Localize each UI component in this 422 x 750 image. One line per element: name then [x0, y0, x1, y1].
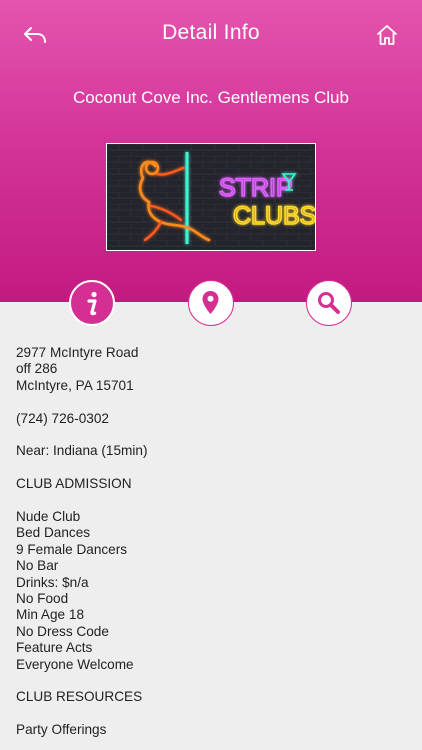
club-details: 2977 McIntyre Road off 286 McIntyre, PA …	[16, 345, 406, 739]
phone-number[interactable]: (724) 726-0302	[16, 411, 406, 427]
map-pin-icon	[202, 291, 219, 314]
home-icon	[377, 25, 397, 45]
feature-item: Min Age 18	[16, 607, 85, 623]
info-icon	[87, 291, 97, 316]
club-banner-image: STRIP CLUBS	[106, 143, 316, 251]
admission-heading: CLUB ADMISSION	[16, 476, 132, 492]
top-bar: Detail Info	[0, 0, 422, 70]
feature-item: No Food	[16, 591, 69, 607]
feature-item: Nude Club	[16, 509, 81, 524]
resources-heading: CLUB RESOURCES	[16, 689, 143, 705]
banner-text-strip: STRIP	[219, 174, 293, 202]
feature-item: No Bar	[16, 558, 59, 574]
info-button[interactable]	[69, 280, 115, 326]
feature-item: No Dress Code	[16, 623, 109, 639]
feature-item: Drinks: $n/a	[16, 574, 89, 590]
banner-text-clubs: CLUBS	[233, 202, 315, 230]
map-button[interactable]	[188, 280, 234, 326]
search-icon	[318, 292, 340, 314]
feature-item: Feature Acts	[16, 640, 93, 656]
search-button[interactable]	[306, 280, 352, 326]
address-line: off 286	[16, 361, 58, 377]
club-name: Coconut Cove Inc. Gentlemens Club	[73, 88, 349, 107]
near-location: Near: Indiana (15min)	[16, 443, 148, 459]
home-button[interactable]	[372, 20, 402, 50]
address-line: McIntyre, PA 15701	[16, 377, 134, 393]
resource-item: Party Offerings	[16, 722, 107, 738]
feature-item: Everyone Welcome	[16, 656, 134, 672]
page-title: Detail Info	[162, 21, 260, 44]
address-line: 2977 McIntyre Road	[16, 345, 139, 360]
header: Detail Info Coconut Cove Inc. Gentlemens…	[0, 0, 422, 302]
feature-item: Bed Dances	[16, 525, 91, 541]
feature-item: 9 Female Dancers	[16, 541, 128, 557]
